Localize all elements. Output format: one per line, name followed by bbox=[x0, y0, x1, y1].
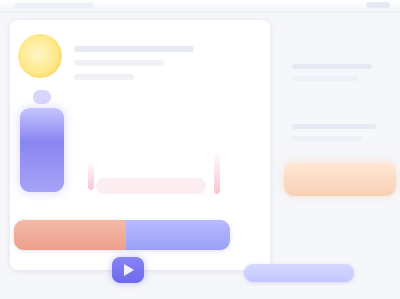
purple-level-bar bbox=[20, 108, 64, 192]
pink-marker-left bbox=[88, 160, 94, 190]
header-text-line bbox=[74, 46, 194, 52]
purple-bar-cap bbox=[33, 90, 51, 104]
side-panel bbox=[282, 20, 396, 270]
segment-right[interactable] bbox=[126, 220, 230, 250]
pink-marker-right bbox=[214, 150, 220, 194]
subheader-text-line bbox=[74, 60, 164, 66]
meta-text-line bbox=[74, 74, 134, 80]
top-bar-title-placeholder bbox=[14, 3, 94, 8]
highlight-strip[interactable] bbox=[284, 162, 396, 196]
side-text-line bbox=[292, 64, 372, 69]
side-text-line bbox=[292, 124, 376, 129]
segmented-control[interactable] bbox=[14, 220, 230, 250]
top-bar-controls[interactable] bbox=[366, 2, 390, 8]
side-text-line bbox=[292, 136, 362, 141]
pager-control[interactable] bbox=[244, 264, 354, 282]
segment-left[interactable] bbox=[14, 220, 126, 250]
sun-icon bbox=[18, 34, 62, 78]
pink-glow-region bbox=[96, 178, 206, 194]
side-text-line bbox=[292, 76, 358, 81]
top-bar bbox=[0, 0, 400, 13]
play-button[interactable] bbox=[112, 257, 144, 283]
